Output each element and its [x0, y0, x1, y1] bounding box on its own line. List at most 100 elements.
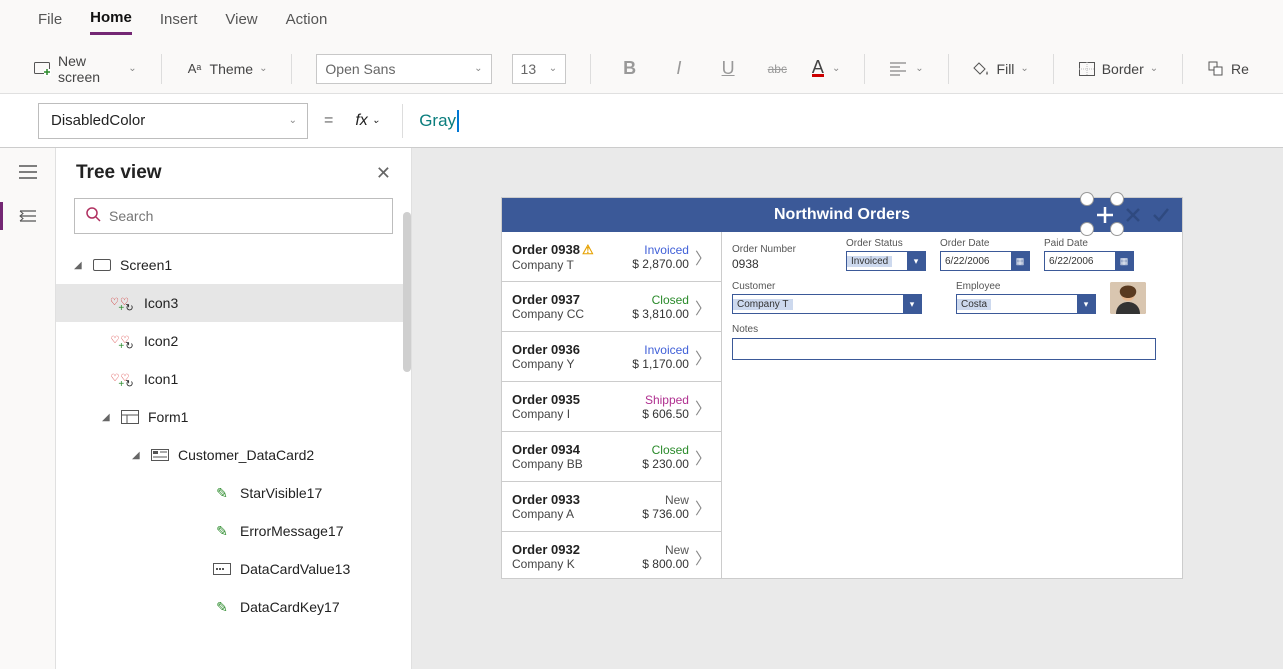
tree-label: Customer_DataCard2: [178, 447, 314, 463]
theme-label: Theme: [210, 61, 254, 77]
value-customer: Company T: [733, 299, 793, 310]
tree-node-errormsg[interactable]: ErrorMessage17: [56, 512, 411, 550]
tree-label: StarVisible17: [240, 485, 322, 501]
tree-label: Icon3: [144, 295, 178, 311]
new-screen-icon: [34, 60, 52, 78]
scrollbar-thumb[interactable]: [403, 212, 411, 372]
tree-search[interactable]: [74, 198, 393, 234]
workarea: Tree view ✕ ◢ Screen1 ♡♡ +↻ Icon3 ♡♡ +↻: [0, 148, 1283, 669]
order-name: Order 0932: [512, 542, 625, 557]
order-amount: $ 1,170.00: [625, 357, 689, 371]
menu-home[interactable]: Home: [90, 9, 132, 35]
value-order-number: 0938: [732, 257, 832, 271]
menu-insert[interactable]: Insert: [160, 11, 198, 34]
cancel-icon[interactable]: [1122, 204, 1144, 226]
fill-label: Fill: [997, 61, 1015, 77]
order-item[interactable]: Order 0935Company IShipped$ 606.50〉: [502, 382, 721, 432]
expander-icon[interactable]: ◢: [132, 450, 142, 461]
order-company: Company BB: [512, 457, 625, 471]
menu-file[interactable]: File: [38, 11, 62, 34]
confirm-icon[interactable]: [1150, 204, 1172, 226]
input-order-date[interactable]: 6/22/2006 ▦: [940, 251, 1030, 271]
chevron-down-icon: ⌄: [128, 63, 136, 74]
menu-action[interactable]: Action: [286, 11, 328, 34]
underline-button[interactable]: U: [713, 58, 742, 79]
chevron-down-icon: ⌄: [915, 63, 923, 74]
select-employee[interactable]: Costa ▾: [956, 294, 1096, 314]
font-select[interactable]: Open Sans ⌄: [316, 54, 491, 84]
strike-button[interactable]: abc: [763, 62, 792, 76]
fontsize-select[interactable]: 13 ⌄: [512, 54, 567, 84]
order-name: Order 0937: [512, 292, 625, 307]
pencil-icon: [212, 485, 232, 501]
property-select[interactable]: DisabledColor ⌄: [38, 103, 308, 139]
chevron-down-icon: ▾: [907, 252, 925, 270]
order-item[interactable]: Order 0937Company CCClosed$ 3,810.00〉: [502, 282, 721, 332]
reorder-button[interactable]: Re: [1207, 60, 1249, 78]
order-status: New: [625, 543, 689, 557]
label-order-date: Order Date: [940, 238, 1030, 249]
chevron-right-icon: 〉: [695, 545, 711, 569]
tree-node-datacardvalue[interactable]: DataCardValue13: [56, 550, 411, 588]
tree-node-icon2[interactable]: ♡♡ +↻ Icon2: [56, 322, 411, 360]
theme-icon: Aᵃ: [186, 60, 204, 78]
separator: [590, 54, 591, 84]
separator: [1182, 54, 1183, 84]
border-button[interactable]: Border ⌄: [1078, 60, 1158, 78]
new-screen-button[interactable]: New screen ⌄: [34, 53, 137, 85]
tree-node-icon1[interactable]: ♡♡ +↻ Icon1: [56, 360, 411, 398]
order-item[interactable]: Order 0938⚠Company TInvoiced$ 2,870.00〉: [502, 232, 721, 282]
select-order-status[interactable]: Invoiced ▾: [846, 251, 926, 271]
selection-handles[interactable]: [1080, 192, 1124, 236]
tree-node-starvisible[interactable]: StarVisible17: [56, 474, 411, 512]
chevron-down-icon: ▾: [1077, 295, 1095, 313]
canvas[interactable]: Northwind Orders Order 0938⚠Company TInv…: [412, 148, 1283, 669]
tree-label: Form1: [148, 409, 188, 425]
calendar-icon: ▦: [1011, 252, 1029, 270]
icons-group-icon: +↻: [116, 301, 136, 317]
input-paid-date[interactable]: 6/22/2006 ▦: [1044, 251, 1134, 271]
chevron-down-icon: ⌄: [289, 115, 297, 126]
tree-node-customer-card[interactable]: ◢ Customer_DataCard2: [56, 436, 411, 474]
order-item[interactable]: Order 0936Company YInvoiced$ 1,170.00〉: [502, 332, 721, 382]
input-notes[interactable]: [732, 338, 1156, 360]
formula-input[interactable]: Gray: [419, 103, 1245, 139]
formula-bar: DisabledColor ⌄ = fx⌄ Gray: [0, 94, 1283, 148]
tree-node-screen1[interactable]: ◢ Screen1: [56, 246, 411, 284]
order-item[interactable]: Order 0933Company ANew$ 736.00〉: [502, 482, 721, 532]
chevron-right-icon: 〉: [695, 445, 711, 469]
separator: [948, 54, 949, 84]
order-amount: $ 2,870.00: [625, 257, 689, 271]
tree-node-icon3[interactable]: ♡♡ +↻ Icon3: [56, 284, 411, 322]
align-button[interactable]: ⌄: [889, 60, 923, 78]
chevron-down-icon: ⌄: [259, 63, 267, 74]
expander-icon[interactable]: ◢: [102, 412, 112, 423]
select-customer[interactable]: Company T ▾: [732, 294, 922, 314]
fontcolor-button[interactable]: A ⌄: [812, 60, 840, 77]
orders-list[interactable]: Order 0938⚠Company TInvoiced$ 2,870.00〉O…: [502, 232, 722, 578]
form-icon: [120, 409, 140, 425]
tree-search-input[interactable]: [109, 208, 382, 224]
hamburger-button[interactable]: [16, 162, 40, 182]
tree-label: DataCardKey17: [240, 599, 340, 615]
fx-button[interactable]: fx⌄: [349, 103, 386, 139]
italic-button[interactable]: I: [664, 58, 693, 79]
theme-button[interactable]: Aᵃ Theme ⌄: [186, 60, 268, 78]
order-item[interactable]: Order 0934Company BBClosed$ 230.00〉: [502, 432, 721, 482]
text-cursor: [457, 110, 459, 132]
border-label: Border: [1102, 61, 1144, 77]
reorder-icon: [1207, 60, 1225, 78]
separator: [161, 54, 162, 84]
expander-icon[interactable]: ◢: [74, 260, 84, 271]
tree-label: Icon1: [144, 371, 178, 387]
tree: ◢ Screen1 ♡♡ +↻ Icon3 ♡♡ +↻ Icon2 ♡♡ +↻ …: [56, 246, 411, 626]
fill-button[interactable]: Fill ⌄: [973, 60, 1029, 78]
menu-view[interactable]: View: [225, 11, 257, 34]
tree-node-form1[interactable]: ◢ Form1: [56, 398, 411, 436]
close-panel-button[interactable]: ✕: [376, 163, 391, 184]
treeview-rail-button[interactable]: [16, 206, 40, 226]
tree-node-datacardkey[interactable]: DataCardKey17: [56, 588, 411, 626]
bold-button[interactable]: B: [615, 58, 644, 79]
order-item[interactable]: Order 0932Company KNew$ 800.00〉: [502, 532, 721, 578]
chevron-down-icon: ⌄: [474, 63, 482, 74]
